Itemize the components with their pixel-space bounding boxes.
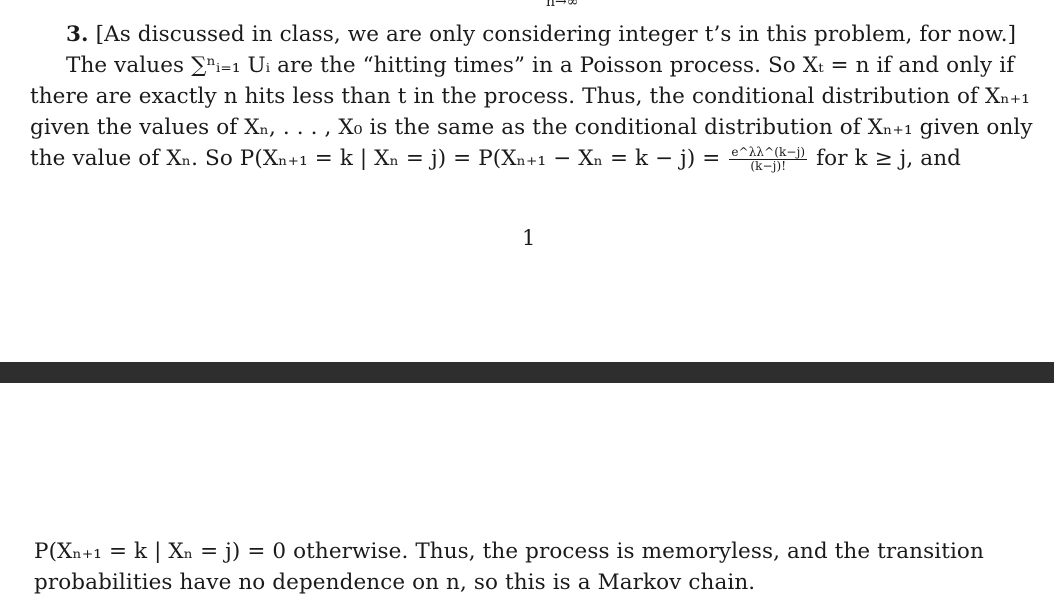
problem-line-3: there are exactly n hits less than t in … <box>30 84 1030 109</box>
page-top: n→∞ 3. [As discussed in class, we are on… <box>0 0 1054 362</box>
fraction-denominator: (k−j)! <box>750 158 787 173</box>
continuation-line-1: P(Xₙ₊₁ = k | Xₙ = j) = 0 otherwise. Thus… <box>34 539 984 564</box>
problem-intro: [As discussed in class, we are only cons… <box>95 22 1017 47</box>
problem-line-4: given the values of Xₙ, . . . , X₀ is th… <box>30 115 1033 140</box>
page-bottom: P(Xₙ₊₁ = k | Xₙ = j) = 0 otherwise. Thus… <box>0 383 1054 610</box>
continuation-line-2: probabilities have no dependence on n, s… <box>34 570 756 595</box>
problem-line-5: the value of Xₙ. So P(Xₙ₊₁ = k | Xₙ = j)… <box>30 144 961 174</box>
page-number: 1 <box>522 226 536 250</box>
problem-number: 3. <box>66 22 89 47</box>
equation-tail: for k ≥ j, and <box>816 146 962 171</box>
equation-text: the value of Xₙ. So P(Xₙ₊₁ = k | Xₙ = j)… <box>30 146 721 171</box>
fraction-numerator: e^λλ^(k−j) <box>729 144 808 160</box>
cropped-fragment: n→∞ <box>546 0 579 10</box>
problem-line-1: 3. [As discussed in class, we are only c… <box>66 20 1016 50</box>
problem-line-2: The values ∑ⁿᵢ₌₁ Uᵢ are the “hitting tim… <box>66 53 1015 78</box>
poisson-fraction: e^λλ^(k−j) (k−j)! <box>729 144 808 173</box>
page-separator <box>0 362 1054 383</box>
